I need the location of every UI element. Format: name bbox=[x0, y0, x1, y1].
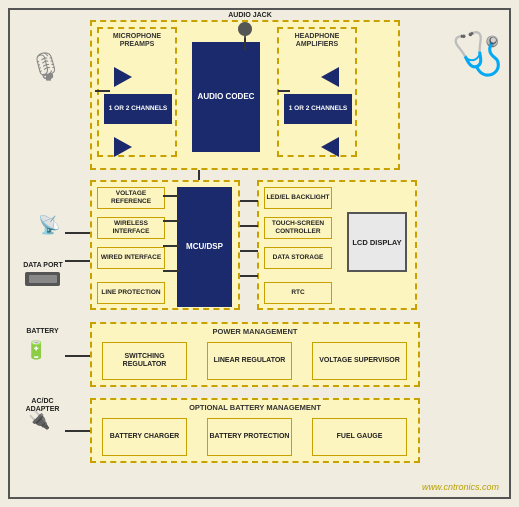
power-management-title: POWER MANAGEMENT bbox=[92, 327, 418, 336]
arrow-battery-to-pm bbox=[65, 355, 90, 357]
battery-charger: BATTERY CHARGER bbox=[102, 418, 187, 456]
arrow-adapter-to-bm bbox=[65, 430, 90, 432]
arrow-left-to-mcu1 bbox=[163, 195, 180, 197]
arrow-left-to-mcu4 bbox=[163, 270, 180, 272]
wired-interface: WIRED INTERFACE bbox=[97, 247, 165, 269]
power-management-section: POWER MANAGEMENT SWITCHING REGULATOR LIN… bbox=[90, 322, 420, 387]
headphone-amplifiers-section: HEADPHONE AMPLIFIERS 1 OR 2 CHANNELS bbox=[277, 27, 357, 157]
arrow-mcu-to-right3 bbox=[240, 250, 258, 252]
channels-left: 1 OR 2 CHANNELS bbox=[104, 94, 172, 124]
watermark: www.cntronics.com bbox=[422, 482, 499, 492]
amp-triangle-2 bbox=[114, 137, 132, 157]
lcd-display: LCD DISPLAY bbox=[347, 212, 407, 272]
headphone-amplifiers-title: HEADPHONE AMPLIFIERS bbox=[279, 33, 355, 50]
led-el-backlight: LED/EL BACKLIGHT bbox=[264, 187, 332, 209]
ac-dc-adapter-icon: 🔌 bbox=[28, 410, 50, 431]
arrow-audio-down bbox=[198, 170, 200, 180]
data-port-icon bbox=[25, 272, 60, 286]
microphone-preamps-title: MICROPHONE PREAMPS bbox=[99, 33, 175, 50]
arrow-mcu-to-right bbox=[240, 200, 258, 202]
diagram-container: MICROPHONE PREAMPS 1 OR 2 CHANNELS AUDIO… bbox=[0, 0, 519, 507]
voltage-reference: VOLTAGE REFERENCE bbox=[97, 187, 165, 209]
peripherals-section: LED/EL BACKLIGHT TOUCH-SCREEN CONTROLLER… bbox=[257, 180, 417, 310]
arrow-dataport-to-wired bbox=[65, 260, 90, 262]
fuel-gauge: FUEL GAUGE bbox=[312, 418, 407, 456]
arrow-codec-to-hp bbox=[278, 90, 290, 92]
arrow-mcu-to-right2 bbox=[240, 225, 258, 227]
arrow-left-to-mcu3 bbox=[163, 245, 180, 247]
arrow-mcu-to-right4 bbox=[240, 275, 258, 277]
battery-icon: 🔋 bbox=[25, 340, 47, 361]
arrow-antenna-to-wireless bbox=[65, 232, 90, 234]
arrow-left-to-mcu2 bbox=[163, 220, 180, 222]
battery-label: BATTERY bbox=[15, 328, 70, 336]
battery-management-title: OPTIONAL BATTERY MANAGEMENT bbox=[92, 403, 418, 412]
switching-regulator: SWITCHING REGULATOR bbox=[102, 342, 187, 380]
microphone-icon: 🎙 bbox=[28, 50, 64, 83]
amp-triangle-3 bbox=[321, 67, 339, 87]
amp-triangle-4 bbox=[321, 137, 339, 157]
audio-jack-label: AUDIO JACK bbox=[225, 12, 275, 20]
outer-border: MICROPHONE PREAMPS 1 OR 2 CHANNELS AUDIO… bbox=[8, 8, 511, 499]
data-storage: DATA STORAGE bbox=[264, 247, 332, 269]
voltage-supervisor: VOLTAGE SUPERVISOR bbox=[312, 342, 407, 380]
arrow-audio-jack-down bbox=[244, 38, 246, 50]
linear-regulator: LINEAR REGULATOR bbox=[207, 342, 292, 380]
antenna-icon: 📡 bbox=[38, 215, 60, 236]
battery-management-section: OPTIONAL BATTERY MANAGEMENT BATTERY CHAR… bbox=[90, 398, 420, 463]
microphone-preamps-section: MICROPHONE PREAMPS 1 OR 2 CHANNELS bbox=[97, 27, 177, 157]
stethoscope-icon: 🩺 bbox=[452, 30, 504, 79]
amp-triangle-1 bbox=[114, 67, 132, 87]
touch-screen-controller: TOUCH-SCREEN CONTROLLER bbox=[264, 217, 332, 239]
audio-codec: AUDIO CODEC bbox=[192, 42, 260, 152]
arrow-mic-to-codec bbox=[95, 90, 110, 92]
line-protection: LINE PROTECTION bbox=[97, 282, 165, 304]
data-port-label: DATA PORT bbox=[18, 262, 68, 270]
mcu-dsp: MCU/DSP bbox=[177, 187, 232, 307]
battery-protection: BATTERY PROTECTION bbox=[207, 418, 292, 456]
channels-right: 1 OR 2 CHANNELS bbox=[284, 94, 352, 124]
wireless-interface: WIRELESS INTERFACE bbox=[97, 217, 165, 239]
rtc: RTC bbox=[264, 282, 332, 304]
